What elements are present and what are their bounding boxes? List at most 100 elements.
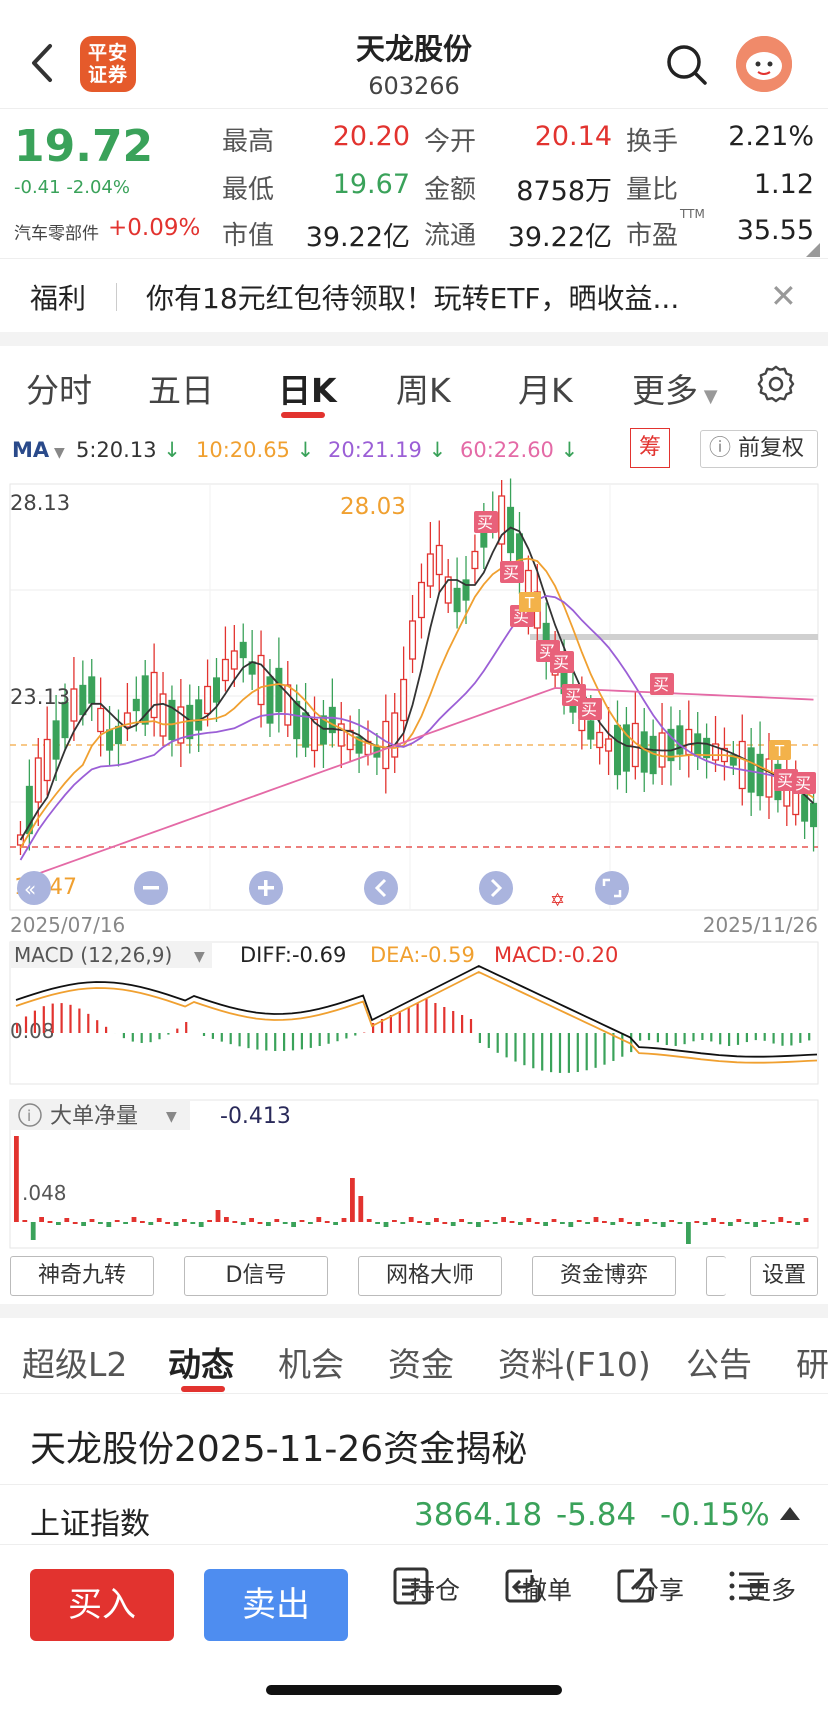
big-order-bar (484, 1220, 490, 1222)
macd-bar (719, 1033, 722, 1045)
big-order-bar (274, 1219, 280, 1222)
macd-bar (78, 1008, 81, 1033)
big-order-bar (173, 1222, 179, 1226)
tab-announcement[interactable]: 公告 (686, 1338, 752, 1386)
buy-marker-label: 买 (653, 675, 669, 694)
big-order-bar (131, 1217, 137, 1222)
macd-bar (728, 1033, 731, 1046)
tab-opportunity[interactable]: 机会 (278, 1338, 344, 1386)
macd-bar (612, 1033, 615, 1061)
macd-bar (683, 1033, 686, 1045)
big-order-bar (383, 1222, 389, 1227)
indicator-more-partial[interactable] (706, 1256, 726, 1296)
candle-body (738, 740, 746, 790)
indicator-capital-game[interactable]: 资金博弈 (532, 1256, 676, 1296)
candle-body (676, 725, 684, 755)
indicator-magic-nine[interactable]: 神奇九转 (10, 1256, 154, 1296)
big-order-bar (400, 1222, 406, 1224)
candle-body (43, 738, 51, 782)
macd-bar (247, 1033, 250, 1049)
big-order-bar (56, 1222, 61, 1225)
share-button[interactable]: 分享 (614, 1565, 704, 1607)
tab-dynamics[interactable]: 动态 (168, 1338, 234, 1386)
big-order-bar (694, 1221, 700, 1223)
indicator-grid-master[interactable]: 网格大师 (358, 1256, 502, 1296)
caret-down-icon: ▼ (194, 949, 205, 965)
big-order-bar (501, 1217, 506, 1222)
big-order-bar (627, 1222, 632, 1224)
macd-bar (594, 1033, 597, 1068)
tab-super-l2[interactable]: 超级L2 (22, 1338, 127, 1386)
more-button[interactable]: 更多 (726, 1565, 816, 1607)
chart-canvas[interactable]: 买买买买买买买买买买TT 28.13 23.13 28.03 19.47 « ✡… (0, 0, 828, 1250)
big-order-bar (257, 1222, 263, 1224)
candle-body (159, 693, 167, 737)
macd-bar (790, 1033, 793, 1046)
macd-bar (33, 1010, 36, 1033)
macd-bar (532, 1033, 535, 1069)
macd-bar (514, 1033, 517, 1062)
candle-body (400, 678, 408, 722)
candle-body (150, 671, 158, 719)
ma60-line (20, 687, 814, 881)
scroll-right-icon (479, 871, 513, 905)
macd-bar (300, 1033, 303, 1050)
ma5-line (19, 526, 815, 841)
big-order-bars (14, 1136, 809, 1244)
macd-bar (701, 1033, 704, 1041)
index-name: 上证指数 (30, 1507, 150, 1542)
macd-bar (603, 1033, 606, 1065)
candle-body (266, 676, 274, 724)
diff-value: DIFF:-0.69 (240, 943, 346, 967)
big-order-bar (560, 1222, 565, 1224)
buy-button[interactable]: 买入 (30, 1569, 174, 1641)
holdings-button[interactable]: 持仓 (390, 1565, 480, 1607)
tab-f10[interactable]: 资料(F10) (498, 1338, 651, 1386)
candle-body (212, 677, 221, 703)
macd-bar (461, 1015, 464, 1033)
indicator-d-signal[interactable]: D信号 (184, 1256, 328, 1296)
big-order-bar (182, 1219, 187, 1222)
big-order-bar (324, 1221, 330, 1223)
candle-body (605, 738, 613, 752)
big-order-bar (140, 1221, 145, 1223)
macd-bar (781, 1033, 784, 1046)
index-ticker[interactable]: 上证指数 3864.18 -5.84 -0.15% (0, 1484, 828, 1544)
macd-bar (318, 1033, 321, 1047)
big-order-bar (660, 1222, 666, 1227)
content-tabs: 超级L2 动态 机会 资金 资料(F10) 公告 研 (0, 1318, 828, 1394)
big-order-bar (282, 1222, 288, 1224)
holdings-icon (393, 1567, 429, 1605)
big-order-bar (148, 1222, 154, 1225)
indicator-settings[interactable]: 设置 (750, 1256, 818, 1296)
big-order-bar (702, 1222, 708, 1225)
macd-bar (754, 1033, 757, 1041)
cancel-order-button[interactable]: 撤单 (502, 1565, 592, 1607)
big-order-bar (551, 1219, 557, 1222)
tab-research[interactable]: 研 (796, 1338, 828, 1386)
macd-bar (496, 1033, 499, 1053)
candle-body (747, 747, 755, 793)
news-title[interactable]: 天龙股份2025-11-26资金揭秘 (30, 1420, 527, 1472)
expand-up-icon[interactable] (780, 1507, 800, 1520)
candle-body (810, 802, 818, 828)
candle-body (596, 731, 604, 749)
share-icon (617, 1568, 653, 1603)
sell-button[interactable]: 卖出 (204, 1569, 348, 1641)
macd-bar (291, 1033, 295, 1051)
big-order-bar (669, 1220, 674, 1222)
t-marker-label: T (524, 594, 535, 612)
macd-bar (176, 1028, 179, 1033)
macd-bar (345, 1033, 348, 1039)
big-order-bar (308, 1222, 313, 1224)
buy-marker-label: 买 (581, 700, 597, 719)
tab-capital[interactable]: 资金 (388, 1338, 454, 1386)
big-order-bar (786, 1221, 792, 1223)
big-order-bar (299, 1220, 305, 1222)
macd-bar (131, 1033, 134, 1042)
buy-marker-label: 买 (477, 513, 493, 532)
macd-bar (692, 1033, 695, 1042)
bottom-action-bar: 买入 卖出 持仓 撤单 分享 更多 (0, 1544, 828, 1716)
macd-bar (550, 1033, 553, 1073)
big-order-bar (509, 1221, 515, 1223)
